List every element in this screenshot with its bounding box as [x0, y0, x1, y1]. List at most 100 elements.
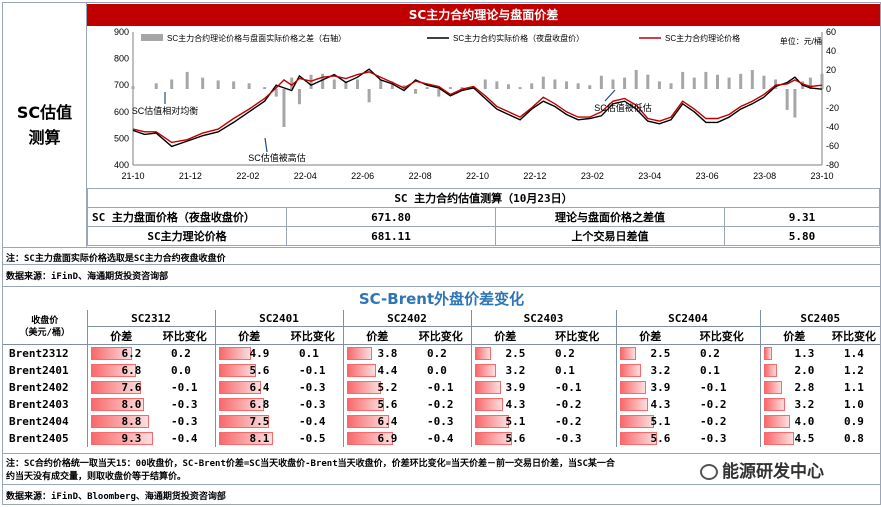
change-value: -0.3 — [171, 398, 198, 411]
spread-cell: 3.2 — [759, 396, 828, 413]
sub-header-change: 环比变化 — [828, 326, 880, 345]
sub-header-spread: 价差 — [214, 326, 283, 345]
contract-header: SC2405 — [759, 310, 880, 327]
x-tick-label: 23-10 — [810, 171, 833, 181]
spread-value: 7.6 — [121, 381, 142, 394]
spread-bar — [282, 89, 286, 127]
legend-theory: SC主力合约理论价格 — [665, 33, 740, 43]
change-value: -0.3 — [555, 432, 582, 445]
sc-brent-spread-table: 收盘价 （美元/桶） SC2312 SC2401 SC2402 SC2403 S… — [3, 310, 880, 447]
spread-value: 1.3 — [794, 347, 815, 360]
spread-value: 4.5 — [794, 432, 815, 445]
x-tick-label: 22-06 — [351, 171, 374, 181]
spread-cell: 5.6 — [214, 362, 283, 379]
y-right-tick-label: -80 — [826, 160, 839, 170]
spread-bar — [185, 71, 189, 89]
spread-value: 2.8 — [794, 381, 815, 394]
spread-cell: 2.5 — [615, 344, 684, 362]
spread-bar — [495, 81, 499, 89]
spread-value: 3.2 — [505, 364, 526, 377]
change-value: -0.1 — [171, 381, 198, 394]
spread-value: 7.5 — [249, 415, 270, 428]
theory-price-label: SC主力理论价格 — [87, 226, 287, 246]
legend-swatch-spread — [141, 34, 163, 41]
change-value: 0.2 — [427, 347, 447, 360]
row-label: Brent2401 — [9, 364, 69, 377]
row-label: Brent2403 — [9, 398, 69, 411]
spread-cell: 7.5 — [214, 413, 283, 430]
spread-value: 8.8 — [121, 415, 142, 428]
spread-cell: 3.2 — [470, 362, 539, 379]
x-tick-label: 22-12 — [523, 171, 546, 181]
sub-header-spread: 价差 — [470, 326, 539, 345]
sc-brent-title: SC-Brent外盘价差变化 — [358, 290, 525, 308]
spread-bar — [448, 87, 452, 89]
spread-bar — [599, 75, 603, 89]
change-value: 0.2 — [555, 347, 575, 360]
spread-bar — [332, 79, 336, 89]
spread-value: 9.3 — [121, 432, 142, 445]
spread-cell: 6.4 — [342, 413, 411, 430]
sc-valuation-side-header: SC估值 测算 — [3, 3, 87, 248]
x-tick-label: 22-02 — [236, 171, 259, 181]
change-value: -0.2 — [700, 415, 727, 428]
unit-label: 单位：元/桶 — [780, 36, 822, 46]
sc-theory-vs-actual-chart: 400 500 600 700 800 900 -80 -60 -40 -20 0 20 40 60 21-… — [114, 27, 839, 181]
x-tick-label: 22-04 — [294, 171, 317, 181]
y-right-tick-label: 40 — [826, 46, 836, 56]
sub-header-spread: 价差 — [615, 326, 684, 345]
spread-value: 2.5 — [650, 347, 671, 360]
x-tick-label: 23-04 — [638, 171, 661, 181]
spread-bar — [131, 86, 135, 89]
spread-bar — [793, 89, 797, 118]
side-label-line1: SC估值 — [16, 103, 73, 122]
table-row: Brent2404 8.8 -0.3 7.5 -0.4 6.4 -0.3 5.1 -0.2 5.1… — [3, 413, 880, 430]
x-tick-label: 23-06 — [696, 171, 719, 181]
spread-value: 6.9 — [377, 432, 398, 445]
spread-value: 5.6 — [377, 398, 398, 411]
spread-value: 2.5 — [505, 347, 526, 360]
chart-title-bar: SC主力合约理论与盘面价差 — [87, 4, 880, 26]
spread-cell: 3.8 — [342, 344, 411, 362]
change-value: -0.3 — [299, 381, 326, 394]
change-value: 0.9 — [844, 415, 864, 428]
annotation-overvalued: SC估值被高估 — [248, 152, 306, 163]
spread-bar — [704, 71, 708, 89]
row-label: Brent2312 — [9, 347, 69, 360]
spread-bar — [657, 81, 661, 89]
spread-bar — [483, 79, 487, 89]
x-tick-label: 21-10 — [121, 171, 144, 181]
spread-bar — [321, 73, 325, 89]
sub-header-spread: 价差 — [759, 326, 828, 345]
y-right-tick-label: -40 — [826, 122, 839, 132]
change-value: 0.8 — [844, 432, 864, 445]
spread-cell: 4.3 — [615, 396, 684, 413]
spread-cell: 8.0 — [86, 396, 155, 413]
x-tick-label: 21-12 — [179, 171, 202, 181]
spread-bar — [646, 74, 650, 89]
table-row: Brent2405 9.3 -0.4 8.1 -0.5 6.9 -0.4 5.6 -0.3 5.6… — [3, 430, 880, 447]
y-left-tick-label: 800 — [114, 54, 129, 64]
spread-value: 3.2 — [650, 364, 671, 377]
spread-bar — [669, 83, 673, 89]
spread-value: 6.2 — [121, 347, 142, 360]
diff-label: 理论与盘面价格之差值 — [495, 207, 725, 227]
spread-bar — [739, 73, 743, 89]
sub-header-change: 环比变化 — [155, 326, 215, 345]
change-value: -0.2 — [555, 415, 582, 428]
spread-value: 6.4 — [249, 381, 270, 394]
spread-bar — [247, 83, 251, 89]
spread-cell: 2.8 — [759, 379, 828, 396]
spread-bar — [785, 89, 789, 110]
spread-cell: 8.1 — [214, 430, 283, 447]
spread-value: 3.9 — [505, 381, 526, 394]
spread-cell: 5.6 — [470, 430, 539, 447]
spread-cell: 4.3 — [470, 396, 539, 413]
spread-cell: 4.9 — [214, 344, 283, 362]
change-value: -0.1 — [700, 381, 727, 394]
spread-bar — [425, 87, 429, 89]
spread-bar — [611, 79, 615, 89]
spread-value: 3.8 — [377, 347, 398, 360]
spread-cell: 1.3 — [759, 344, 828, 362]
sub-header-change: 环比变化 — [283, 326, 343, 345]
